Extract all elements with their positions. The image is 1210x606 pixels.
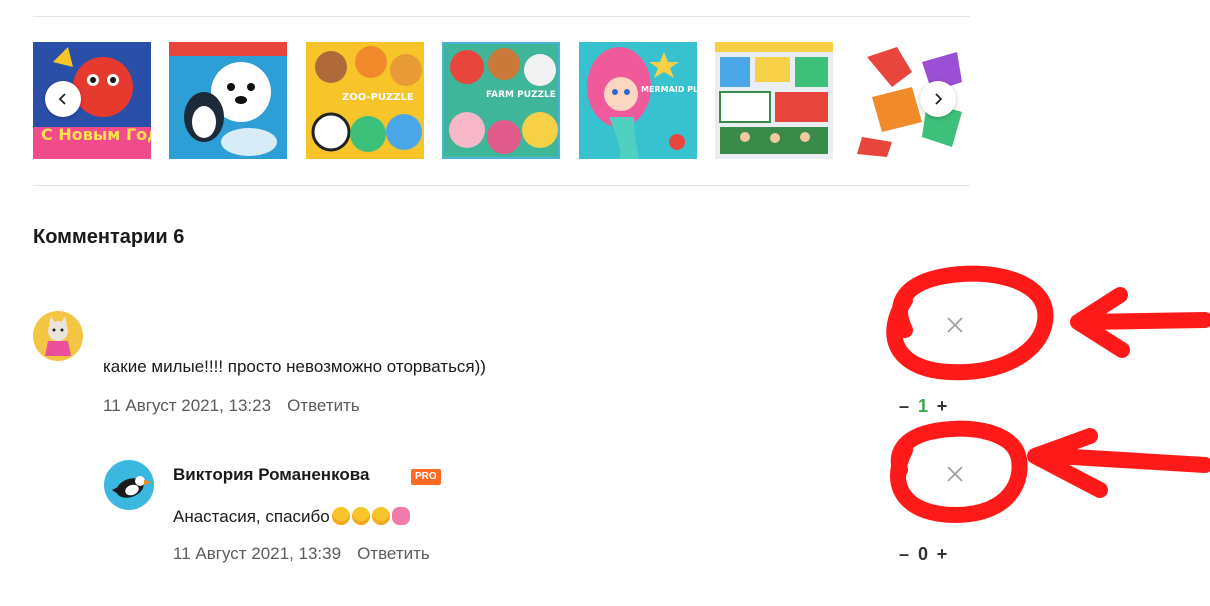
carousel-prev-button[interactable]: [45, 81, 81, 117]
avatar[interactable]: [104, 460, 154, 510]
close-icon[interactable]: [945, 315, 965, 335]
divider-gallery-bottom: [33, 185, 970, 186]
smile-emoji-icon: [351, 507, 370, 525]
chevron-right-icon: [935, 93, 943, 105]
annotation-arrow: [1027, 428, 1210, 498]
pro-badge: PRO: [411, 469, 441, 485]
vote-up-button[interactable]: +: [935, 544, 949, 565]
page: С Новым Годом!: [0, 0, 1210, 606]
divider-top: [33, 16, 970, 17]
vote-control: – 1 +: [897, 396, 949, 417]
comment-meta: 11 Август 2021, 13:39 Ответить: [173, 544, 430, 564]
smile-emoji-icon: [371, 507, 390, 525]
comment-text: Анастасия, спасибо: [173, 507, 410, 527]
vote-up-button[interactable]: +: [935, 396, 949, 417]
cat-avatar-image: [33, 311, 83, 361]
thumb-2-image: [169, 42, 287, 159]
vote-down-button[interactable]: –: [897, 544, 911, 565]
thumb-5-image: MERMAID PLAY SET: [579, 42, 697, 159]
comment-date: 11 Август 2021, 13:39: [173, 544, 342, 563]
comment-text: какие милые!!!! просто невозможно оторва…: [103, 357, 486, 376]
reply-button[interactable]: Ответить: [357, 544, 430, 563]
smile-emoji-icon: [331, 507, 350, 525]
gallery-thumb-4[interactable]: FARM PUZZLE: [442, 42, 560, 159]
comments-title: Комментарии 6: [33, 226, 185, 248]
thumb-4-caption: FARM PUZZLE: [486, 90, 556, 100]
thumb-5-caption: MERMAID PLAY SET: [641, 85, 697, 94]
thumb-3-caption: ZOO-PUZZLE: [342, 92, 414, 103]
annotation-circle: [886, 265, 1054, 381]
gallery-thumb-6[interactable]: [715, 42, 833, 159]
flower-emoji-icon: [391, 507, 410, 525]
chevron-left-icon: [58, 93, 66, 105]
reply-button[interactable]: Ответить: [287, 396, 360, 415]
gallery-thumb-5[interactable]: MERMAID PLAY SET: [579, 42, 697, 159]
comment-meta: 11 Август 2021, 13:23 Ответить: [103, 396, 360, 416]
thumb-3-image: ZOO-PUZZLE: [306, 42, 424, 159]
vote-count: 0: [917, 544, 928, 564]
comment-author[interactable]: Виктория Романенкова: [173, 465, 369, 485]
puffin-avatar-image: [104, 460, 154, 510]
vote-down-button[interactable]: –: [897, 396, 911, 417]
vote-count: 1: [917, 396, 928, 416]
thumb-1-caption: С Новым Годом!: [41, 125, 151, 144]
thumb-4-image: FARM PUZZLE: [442, 42, 560, 159]
close-icon[interactable]: [945, 464, 965, 484]
gallery-thumb-2[interactable]: [169, 42, 287, 159]
carousel-next-button[interactable]: [920, 81, 956, 117]
annotation-arrow: [1070, 287, 1210, 358]
comment-text-content: Анастасия, спасибо: [173, 507, 330, 526]
gallery-thumb-3[interactable]: ZOO-PUZZLE: [306, 42, 424, 159]
vote-control: – 0 +: [897, 544, 949, 565]
image-carousel: С Новым Годом!: [33, 42, 970, 159]
comment-date: 11 Август 2021, 13:23: [103, 396, 272, 415]
avatar[interactable]: [33, 311, 83, 361]
thumb-6-image: [715, 42, 833, 159]
